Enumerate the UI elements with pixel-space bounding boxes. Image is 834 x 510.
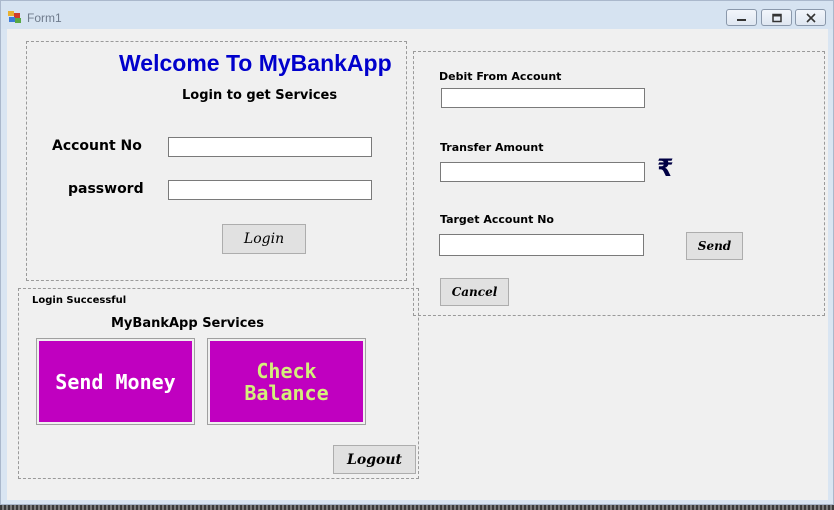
send-button[interactable]: Send [686,232,743,260]
app-icon [8,11,21,23]
rupee-icon: ₹ [657,154,674,182]
cancel-button[interactable]: Cancel [440,278,509,306]
login-button[interactable]: Login [222,224,306,254]
logout-button[interactable]: Logout [333,445,416,474]
restore-button[interactable] [761,9,792,26]
title-bar: Form1 [1,1,833,29]
close-button[interactable] [795,9,826,26]
services-title: MyBankApp Services [111,316,264,331]
close-icon [806,13,816,23]
login-status-label: Login Successful [32,295,127,306]
target-account-input[interactable] [439,234,644,256]
services-group: Login Successful MyBankApp Services Send… [18,288,419,479]
login-group: Welcome To MyBankApp Login to get Servic… [26,41,407,281]
form-client-area: Welcome To MyBankApp Login to get Servic… [7,29,828,500]
restore-icon [772,13,782,23]
check-balance-button[interactable]: Check Balance [207,338,366,425]
welcome-heading: Welcome To MyBankApp [119,50,392,76]
minimize-button[interactable] [726,9,757,26]
account-no-label: Account No [52,138,142,154]
password-label: password [68,181,144,197]
send-money-button[interactable]: Send Money [36,338,195,425]
account-no-input[interactable] [168,137,372,157]
password-input[interactable] [168,180,372,200]
window-title: Form1 [27,11,62,25]
transfer-amount-input[interactable] [440,162,645,182]
transfer-amount-label: Transfer Amount [440,141,544,154]
app-window: Form1 Welcome To MyBankApp Login to get … [0,0,834,505]
login-subheading: Login to get Services [182,88,338,103]
target-account-label: Target Account No [440,213,554,226]
minimize-icon [737,19,746,21]
taskbar-edge [0,505,834,510]
debit-account-label: Debit From Account [439,70,562,83]
debit-account-input[interactable] [441,88,645,108]
transfer-group: Debit From Account Transfer Amount ₹ Tar… [413,51,825,316]
